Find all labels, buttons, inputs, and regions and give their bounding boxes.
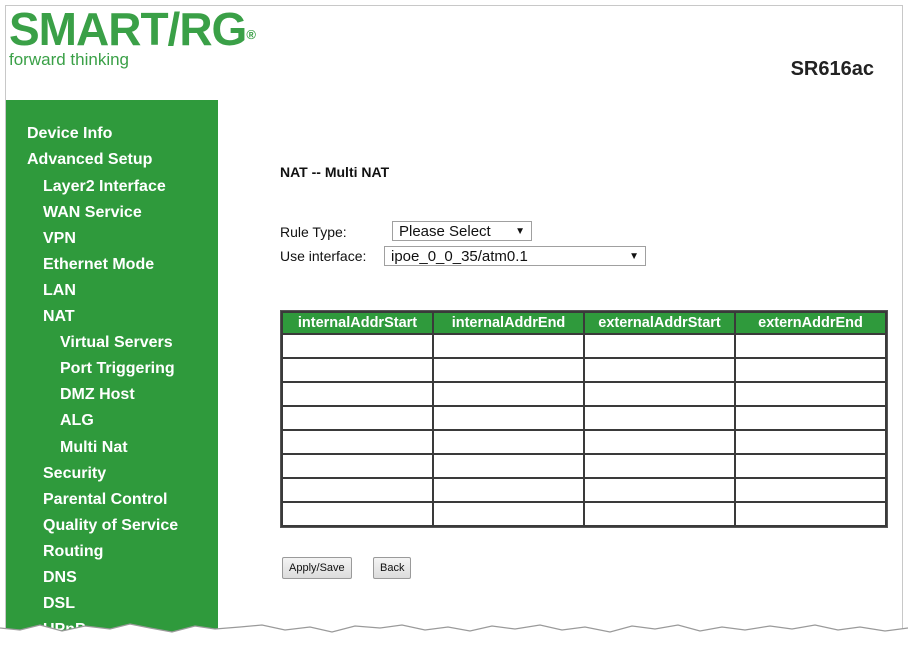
column-header: externalAddrStart (585, 313, 734, 333)
sidebar-item-wan-service[interactable]: WAN Service (43, 203, 142, 223)
sidebar-item-multi-nat[interactable]: Multi Nat (60, 438, 128, 458)
sidebar-item-nat[interactable]: NAT (43, 307, 75, 327)
table-cell (434, 407, 583, 429)
use-interface-value: ipoe_0_0_35/atm0.1 (391, 248, 528, 265)
sidebar-item-lan[interactable]: LAN (43, 281, 76, 301)
sidebar-item-ethernet-mode[interactable]: Ethernet Mode (43, 255, 154, 275)
page-frame: SMART/RG® forward thinking SR616ac Devic… (5, 5, 903, 643)
column-header: internalAddrEnd (434, 313, 583, 333)
table-cell (736, 359, 885, 381)
table-cell (736, 335, 885, 357)
column-header: internalAddrStart (283, 313, 432, 333)
table-row (283, 335, 885, 357)
table-row (283, 431, 885, 453)
table-cell (434, 383, 583, 405)
use-interface-select[interactable]: ipoe_0_0_35/atm0.1 ▼ (384, 246, 646, 266)
table-cell (736, 383, 885, 405)
table-cell (585, 335, 734, 357)
table-cell (434, 503, 583, 525)
registered-mark: ® (246, 27, 256, 42)
table-cell (585, 455, 734, 477)
table-cell (585, 359, 734, 381)
table-cell (283, 503, 432, 525)
table-cell (736, 479, 885, 501)
sidebar-item-dmz-host[interactable]: DMZ Host (60, 385, 135, 405)
table-cell (434, 359, 583, 381)
table-cell (585, 383, 734, 405)
table-cell (736, 503, 885, 525)
page-title: NAT -- Multi NAT (280, 164, 390, 180)
table-cell (283, 335, 432, 357)
sidebar-item-device-info[interactable]: Device Info (27, 124, 112, 144)
sidebar-nav: Device Info Advanced Setup Layer2 Interf… (6, 100, 218, 642)
sidebar-item-port-triggering[interactable]: Port Triggering (60, 359, 175, 379)
table-row (283, 455, 885, 477)
table-cell (585, 407, 734, 429)
chevron-down-icon: ▼ (515, 226, 525, 237)
table-cell (736, 431, 885, 453)
table-cell (585, 479, 734, 501)
sidebar-item-alg[interactable]: ALG (60, 411, 94, 431)
table-cell (283, 359, 432, 381)
table-row (283, 479, 885, 501)
table-cell (283, 455, 432, 477)
logo: SMART/RG® forward thinking (9, 5, 256, 70)
sidebar-item-virtual-servers[interactable]: Virtual Servers (60, 333, 173, 353)
multi-nat-table: internalAddrStart internalAddrEnd extern… (280, 310, 888, 528)
table-row (283, 359, 885, 381)
table-body (283, 335, 885, 525)
chevron-down-icon: ▼ (629, 251, 639, 262)
logo-text: SMART/RG® (9, 5, 256, 55)
table-cell (283, 383, 432, 405)
sidebar-item-vpn[interactable]: VPN (43, 229, 76, 249)
table-cell (283, 431, 432, 453)
sidebar-item-security[interactable]: Security (43, 464, 106, 484)
table-cell (283, 407, 432, 429)
rule-type-label: Rule Type: (280, 224, 347, 240)
column-header: externAddrEnd (736, 313, 885, 333)
sidebar-item-dns[interactable]: DNS (43, 568, 77, 588)
table-cell (585, 431, 734, 453)
sidebar-item-quality-of-service[interactable]: Quality of Service (43, 516, 178, 536)
table-row (283, 383, 885, 405)
table-cell (585, 503, 734, 525)
table-row (283, 503, 885, 525)
sidebar-item-parental-control[interactable]: Parental Control (43, 490, 167, 510)
apply-save-button[interactable]: Apply/Save (282, 557, 352, 579)
table-cell (434, 479, 583, 501)
table-cell (283, 479, 432, 501)
table-cell (736, 455, 885, 477)
table-cell (434, 431, 583, 453)
table-cell (736, 407, 885, 429)
table-row (283, 407, 885, 429)
sidebar-item-routing[interactable]: Routing (43, 542, 103, 562)
back-button[interactable]: Back (373, 557, 412, 579)
rule-type-select[interactable]: Please Select ▼ (392, 221, 532, 241)
table-cell (434, 335, 583, 357)
rule-type-value: Please Select (399, 223, 491, 240)
torn-edge (0, 623, 908, 646)
table-cell (434, 455, 583, 477)
table-header-row: internalAddrStart internalAddrEnd extern… (283, 313, 885, 333)
model-name: SR616ac (790, 58, 874, 80)
sidebar-item-advanced-setup[interactable]: Advanced Setup (27, 150, 152, 170)
sidebar-item-layer2-interface[interactable]: Layer2 Interface (43, 177, 166, 197)
use-interface-label: Use interface: (280, 248, 367, 264)
